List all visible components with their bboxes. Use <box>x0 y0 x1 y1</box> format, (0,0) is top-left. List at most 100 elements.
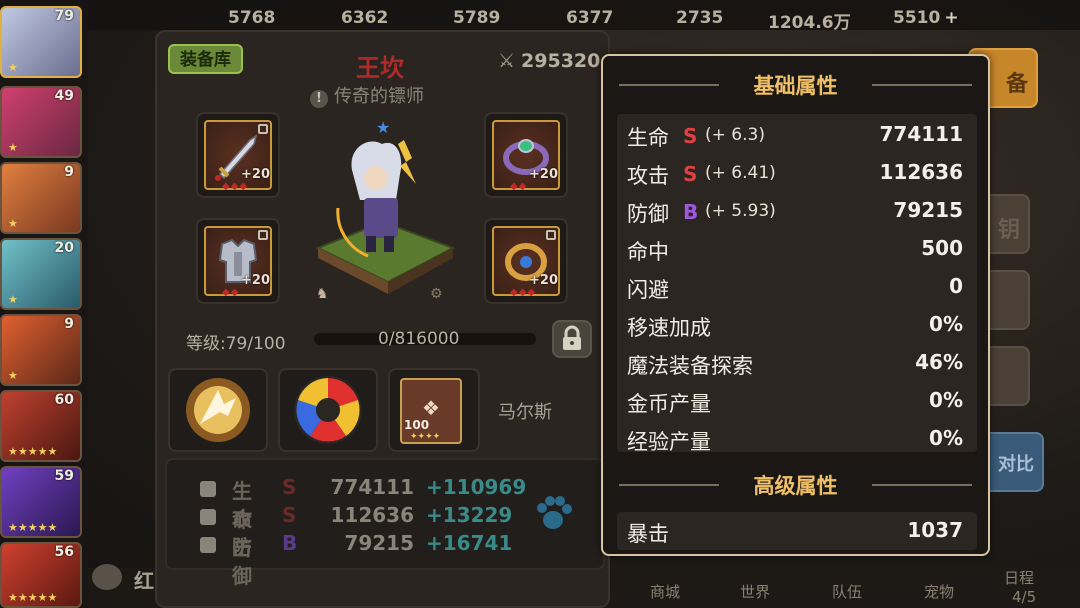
resource-value: 6362 <box>341 8 389 28</box>
nav-team[interactable]: 队伍 <box>832 581 862 602</box>
stat-bonus: +16741 <box>426 531 513 555</box>
attr-name: 暴击 <box>627 522 669 546</box>
nav-pet[interactable]: 宠物 <box>924 581 954 602</box>
star-icon: ★ <box>8 217 18 230</box>
hero-portrait[interactable]: 9 ★ <box>0 162 82 234</box>
key-side-label: 钥 <box>997 218 1020 243</box>
hero-portrait[interactable]: 20 ★ <box>0 238 82 310</box>
resource-value[interactable]: 5510 + <box>893 8 959 28</box>
hero-portrait[interactable]: 49 ★ <box>0 86 82 158</box>
eagle-skill-icon <box>186 378 250 442</box>
element-wheel-slot[interactable] <box>278 368 378 452</box>
nav-world[interactable]: 世界 <box>740 581 770 602</box>
attr-row: 防御 B (+ 5.93) 79215 <box>617 192 977 230</box>
chat-bubble-icon[interactable] <box>92 564 122 590</box>
heart-icon <box>200 481 216 497</box>
shield-icon <box>200 537 216 553</box>
attr-name: 移速加成 <box>627 316 711 340</box>
plus-icon[interactable]: + <box>944 8 958 28</box>
basic-attributes-list: 生命 S (+ 6.3) 774111 攻击 S (+ 6.41) 112636… <box>617 114 977 454</box>
enhance-level: +20 <box>241 167 270 182</box>
resource-value: 2735 <box>676 8 724 28</box>
hero-level: 79 <box>54 8 74 24</box>
attr-row: 金币产量 0% <box>617 382 977 420</box>
resource-value: 6377 <box>566 8 614 28</box>
rarity-dots: ◆◆◆ <box>222 181 249 192</box>
lock-button[interactable] <box>552 320 592 358</box>
equipment-storage-tab[interactable]: 装备库 <box>168 44 243 74</box>
attr-value: 0% <box>929 312 963 336</box>
star-icon: ★★★★★ <box>8 521 58 534</box>
hero-level: 56 <box>54 544 74 560</box>
lock-icon <box>258 230 268 240</box>
advanced-attributes-list: 暴击 1037 <box>617 512 977 550</box>
ring-slot[interactable]: +20 ◆◆ <box>484 112 568 198</box>
attr-grade: B <box>683 200 699 224</box>
crossed-swords-icon: ⚔ <box>498 50 516 72</box>
info-icon[interactable]: ! <box>310 90 328 108</box>
attr-value: 0 <box>949 274 963 298</box>
hero-list: 79 ★ 49 ★ 9 ★ 20 ★ 9 ★ 60 ★★★★★ 59 ★★★★★… <box>0 0 88 608</box>
pet-card-slot[interactable]: ❖ 100 ✦✦✦✦ <box>388 368 480 452</box>
hero-portrait[interactable]: 60 ★★★★★ <box>0 390 82 462</box>
hero-level: 60 <box>54 392 74 408</box>
hero-level-label: 等级:79/100 <box>186 334 286 354</box>
paw-icon[interactable] <box>530 490 576 536</box>
gear-icon: ⚙ <box>430 286 443 302</box>
hero-portrait[interactable]: 79 ★ <box>0 6 82 78</box>
attr-name: 生命 <box>627 126 669 150</box>
skill-slot[interactable] <box>168 368 268 452</box>
weapon-slot[interactable]: +20 ◆◆◆ <box>196 112 280 198</box>
lock-icon <box>563 325 581 350</box>
nav-schedule[interactable]: 日程 <box>1004 567 1034 588</box>
attr-grade: S <box>683 162 698 186</box>
attr-value: 774111 <box>879 122 964 146</box>
attr-grade: S <box>683 124 698 148</box>
armor-slot[interactable]: +20 ◆◆ <box>196 218 280 304</box>
attr-value: 0% <box>929 388 963 412</box>
stat-value: 79215 <box>344 531 414 555</box>
hero-title-text: 传奇的镖师 <box>334 86 424 107</box>
attr-name: 经验产量 <box>627 430 711 454</box>
stat-value: 774111 <box>330 475 415 499</box>
attr-bonus: (+ 6.41) <box>705 163 776 183</box>
hero-level: 9 <box>64 164 74 180</box>
pet-card: ❖ 100 ✦✦✦✦ <box>400 378 462 444</box>
pet-card-stars: ✦✦✦✦ <box>410 432 441 442</box>
star-icon: ★★★★★ <box>8 591 58 604</box>
hero-character: ★ ♞ ⚙ <box>308 118 458 302</box>
compare-label: 对比 <box>998 454 1034 475</box>
amulet-slot[interactable]: +20 ◆◆◆ <box>484 218 568 304</box>
attr-value: 112636 <box>879 160 964 184</box>
attribute-tooltip: 基础属性 生命 S (+ 6.3) 774111 攻击 S (+ 6.41) 1… <box>601 54 990 556</box>
attr-name: 金币产量 <box>627 392 711 416</box>
hero-portrait[interactable]: 56 ★★★★★ <box>0 542 82 608</box>
attr-row: 生命 S (+ 6.3) 774111 <box>617 116 977 154</box>
attr-row: 暴击 1037 <box>617 512 977 550</box>
attr-row: 移速加成 0% <box>617 306 977 344</box>
basic-attributes-header: 基础属性 <box>603 64 988 104</box>
combat-power-value: 295320 <box>521 50 601 72</box>
chat-text[interactable]: 红 <box>134 565 154 594</box>
attr-bonus: (+ 6.3) <box>705 125 765 145</box>
hero-level: 59 <box>54 468 74 484</box>
star-icon: ★ <box>8 141 18 154</box>
equip-side-label: 备 <box>1005 72 1028 97</box>
attr-value: 1037 <box>907 518 963 542</box>
resource-value: 5768 <box>228 8 276 28</box>
stat-bonus: +13229 <box>426 503 513 527</box>
hero-portrait[interactable]: 9 ★ <box>0 314 82 386</box>
divider <box>872 84 972 86</box>
attr-row: 攻击 S (+ 6.41) 112636 <box>617 154 977 192</box>
xp-text: 0/816000 <box>378 329 460 349</box>
rarity-dots: ◆◆ <box>222 287 240 298</box>
attr-value: 500 <box>921 236 963 260</box>
star-icon: ★ <box>8 61 18 74</box>
hero-portrait[interactable]: 59 ★★★★★ <box>0 466 82 538</box>
sword-icon <box>200 509 216 525</box>
attr-name: 命中 <box>627 240 669 264</box>
hero-level: 20 <box>54 240 74 256</box>
nav-shop[interactable]: 商城 <box>650 581 680 602</box>
attr-bonus: (+ 5.93) <box>705 201 776 221</box>
star-icon: ★ <box>8 293 18 306</box>
